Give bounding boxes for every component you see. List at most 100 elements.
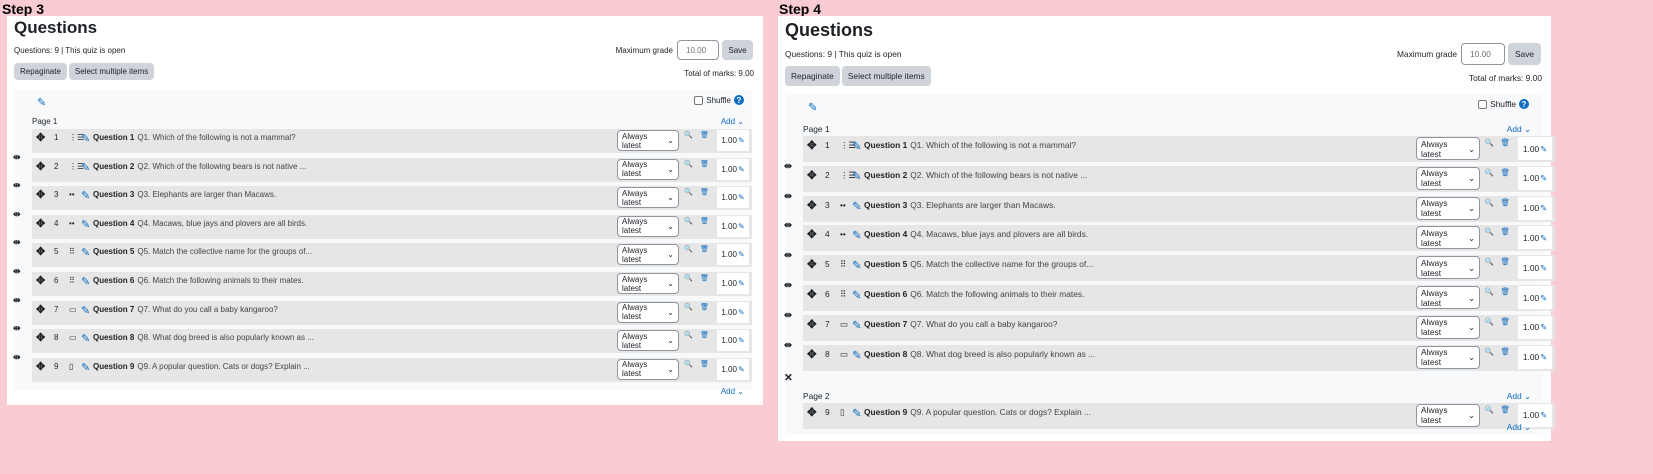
edit-mark-pencil-icon[interactable]: ✎ <box>1540 233 1547 243</box>
delete-trash-icon[interactable]: 🗑 <box>700 188 709 196</box>
edit-question-pencil-icon[interactable]: ✎ <box>852 228 862 242</box>
version-select[interactable]: Always latest ⌄ <box>617 358 679 380</box>
shuffle-toggle[interactable]: Shuffle? <box>694 95 744 105</box>
move-icon[interactable]: ✥ <box>36 303 45 316</box>
move-icon[interactable]: ✥ <box>36 274 45 287</box>
move-icon[interactable]: ✥ <box>36 160 45 173</box>
version-select[interactable]: Always latest ⌄ <box>617 301 679 323</box>
move-icon[interactable]: ✥ <box>36 217 45 230</box>
edit-question-pencil-icon[interactable]: ✎ <box>852 199 862 213</box>
edit-question-pencil-icon[interactable]: ✎ <box>81 361 90 374</box>
move-icon[interactable]: ✥ <box>807 405 817 419</box>
move-icon[interactable]: ✥ <box>807 257 817 271</box>
edit-mark-pencil-icon[interactable]: ✎ <box>1540 322 1547 332</box>
add-page-break-icon[interactable]: ⇹ <box>784 279 792 291</box>
move-icon[interactable]: ✥ <box>36 188 45 201</box>
version-select[interactable]: Always latest ⌄ <box>1416 403 1480 427</box>
delete-trash-icon[interactable]: 🗑 <box>1501 227 1510 236</box>
max-mark[interactable]: 1.00 ✎ <box>1518 256 1552 280</box>
preview-magnifier-icon[interactable]: 🔍 <box>684 331 693 339</box>
add-page-break-icon[interactable]: ⇹ <box>784 160 792 172</box>
edit-mark-pencil-icon[interactable]: ✎ <box>1540 173 1547 183</box>
delete-trash-icon[interactable]: 🗑 <box>700 245 709 253</box>
add-menu-link-bottom[interactable]: Add ⌄ <box>721 387 744 396</box>
version-select[interactable]: Always latest ⌄ <box>617 187 679 209</box>
select-multiple-button[interactable]: Select multiple items <box>68 63 155 80</box>
shuffle-toggle[interactable]: Shuffle? <box>1478 99 1529 109</box>
edit-question-pencil-icon[interactable]: ✎ <box>81 161 90 174</box>
delete-trash-icon[interactable]: 🗑 <box>1501 405 1510 414</box>
edit-question-pencil-icon[interactable]: ✎ <box>81 218 90 231</box>
question-title[interactable]: Question 4 Q4. Macaws, blue jays and plov… <box>864 229 1088 239</box>
shuffle-checkbox[interactable] <box>694 95 704 105</box>
edit-question-pencil-icon[interactable]: ✎ <box>81 332 90 345</box>
version-select[interactable]: Always latest ⌄ <box>1416 286 1480 309</box>
preview-magnifier-icon[interactable]: 🔍 <box>684 303 693 311</box>
add-page-break-icon[interactable]: ⇹ <box>784 339 792 351</box>
question-title[interactable]: Question 8 Q8. What dog breed is also pop… <box>93 333 314 342</box>
edit-question-pencil-icon[interactable]: ✎ <box>81 304 90 317</box>
question-title[interactable]: Question 7 Q7. What do you call a baby ka… <box>864 319 1057 329</box>
edit-mark-pencil-icon[interactable]: ✎ <box>1540 203 1547 213</box>
add-page-break-icon[interactable]: ⇹ <box>13 152 21 163</box>
version-select[interactable]: Always latest ⌄ <box>617 244 679 266</box>
preview-magnifier-icon[interactable]: 🔍 <box>684 245 693 253</box>
save-button[interactable]: Save <box>1508 43 1541 65</box>
version-select[interactable]: Always latest ⌄ <box>1416 137 1480 160</box>
delete-trash-icon[interactable]: 🗑 <box>1501 317 1510 326</box>
add-page-break-icon[interactable]: ⇹ <box>13 209 21 220</box>
max-mark[interactable]: 1.00 ✎ <box>717 358 749 380</box>
edit-mark-pencil-icon[interactable]: ✎ <box>738 308 745 317</box>
edit-mark-pencil-icon[interactable]: ✎ <box>738 336 745 345</box>
edit-mark-pencil-icon[interactable]: ✎ <box>738 250 745 259</box>
version-select[interactable]: Always latest ⌄ <box>617 273 679 294</box>
add-menu-link[interactable]: Add ⌄ <box>721 117 744 126</box>
version-select[interactable]: Always latest ⌄ <box>1416 256 1480 280</box>
move-icon[interactable]: ✥ <box>807 317 817 331</box>
version-select[interactable]: Always latest ⌄ <box>617 330 679 352</box>
edit-question-pencil-icon[interactable]: ✎ <box>852 169 862 183</box>
edit-section-heading-pencil-icon[interactable]: ✎ <box>37 96 46 109</box>
delete-trash-icon[interactable]: 🗑 <box>1501 138 1510 147</box>
save-button[interactable]: Save <box>722 40 753 60</box>
edit-mark-pencil-icon[interactable]: ✎ <box>738 279 745 288</box>
delete-trash-icon[interactable]: 🗑 <box>700 331 709 339</box>
version-select[interactable]: Always latest ⌄ <box>1416 226 1480 250</box>
help-icon[interactable]: ? <box>1519 99 1529 109</box>
edit-section-heading-pencil-icon[interactable]: ✎ <box>808 100 818 114</box>
version-select[interactable]: Always latest ⌄ <box>1416 166 1480 190</box>
add-page-break-icon[interactable]: ⇹ <box>13 352 21 363</box>
add-page-break-icon[interactable]: ⇹ <box>13 180 21 191</box>
question-title[interactable]: Question 5 Q5. Match the collective name … <box>93 247 312 256</box>
max-mark[interactable]: 1.00 ✎ <box>717 187 749 209</box>
help-icon[interactable]: ? <box>734 95 744 105</box>
question-title[interactable]: Question 6 Q6. Match the following animal… <box>93 276 304 285</box>
version-select[interactable]: Always latest ⌄ <box>617 215 679 237</box>
shuffle-checkbox[interactable] <box>1478 99 1488 109</box>
move-icon[interactable]: ✥ <box>807 168 817 182</box>
preview-magnifier-icon[interactable]: 🔍 <box>684 188 693 196</box>
preview-magnifier-icon[interactable]: 🔍 <box>684 160 693 168</box>
max-mark[interactable]: 1.00 ✎ <box>717 215 749 237</box>
preview-magnifier-icon[interactable]: 🔍 <box>1485 198 1494 207</box>
question-title[interactable]: Question 5 Q5. Match the collective name … <box>864 259 1093 269</box>
delete-trash-icon[interactable]: 🗑 <box>1501 168 1510 177</box>
question-title[interactable]: Question 1 Q1. Which of the following is … <box>864 140 1076 150</box>
add-page-break-icon[interactable]: ⇹ <box>13 266 21 277</box>
move-icon[interactable]: ✥ <box>807 138 817 152</box>
preview-magnifier-icon[interactable]: 🔍 <box>1485 317 1494 326</box>
add-menu-link[interactable]: Add ⌄ <box>1507 391 1531 401</box>
edit-mark-pencil-icon[interactable]: ✎ <box>1540 144 1547 154</box>
delete-trash-icon[interactable]: 🗑 <box>700 360 709 368</box>
maximum-grade-input[interactable]: 10.00 <box>1461 43 1505 65</box>
repaginate-button[interactable]: Repaginate <box>785 66 840 86</box>
question-title[interactable]: Question 4 Q4. Macaws, blue jays and plov… <box>93 219 307 228</box>
add-page-break-icon[interactable]: ⇹ <box>13 323 21 334</box>
preview-magnifier-icon[interactable]: 🔍 <box>1485 168 1494 177</box>
question-title[interactable]: Question 8 Q8. What dog breed is also pop… <box>864 349 1095 359</box>
max-mark[interactable]: 1.00 ✎ <box>717 130 749 151</box>
move-icon[interactable]: ✥ <box>36 131 45 144</box>
question-title[interactable]: Question 3 Q3. Elephants are larger than … <box>93 190 276 199</box>
version-select[interactable]: Always latest ⌄ <box>1416 315 1480 339</box>
preview-magnifier-icon[interactable]: 🔍 <box>1485 227 1494 236</box>
